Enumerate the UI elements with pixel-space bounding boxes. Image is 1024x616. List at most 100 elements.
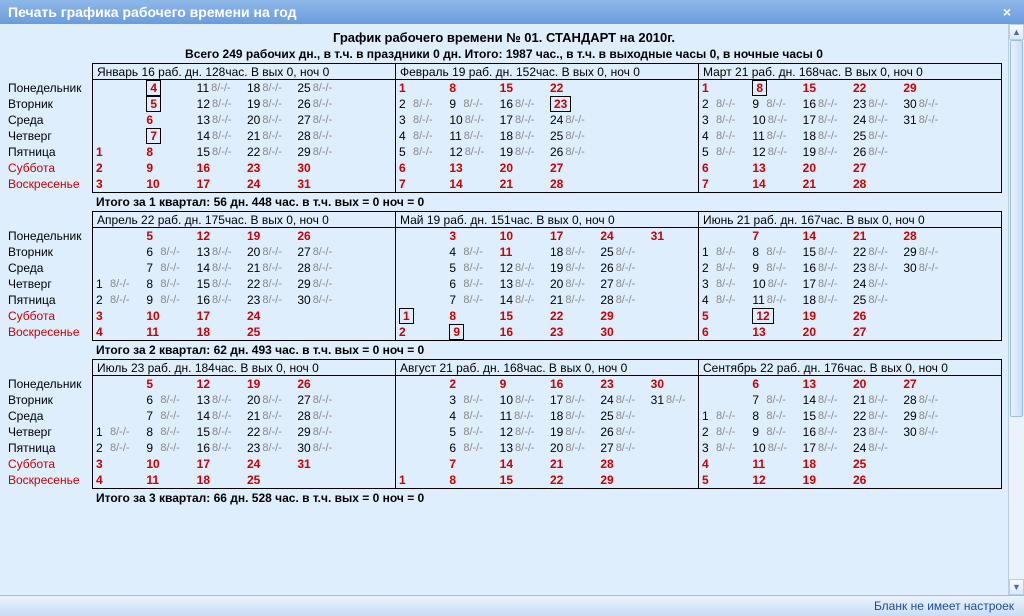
day-cell [345,176,395,192]
day-cell: 158/-/- [800,408,850,424]
day-cell: 258/-/- [850,128,900,144]
day-cell: 28 [597,456,647,472]
hours-label: 8/-/- [868,426,888,438]
day-cell [345,408,395,424]
day-cell: 308/-/- [294,292,344,308]
day-cell: 38/-/- [396,112,446,128]
hours-label: 8/-/- [262,82,282,94]
hours-label: 8/-/- [766,246,786,258]
day-number: 14 [500,457,513,471]
report-content: График рабочего времени № 01. СТАНДАРТ н… [0,24,1008,595]
day-number: 12 [197,229,210,243]
day-number: 7 [399,177,411,191]
day-number: 3 [449,393,461,407]
day-number: 22 [853,81,866,95]
day-cell: 88/-/- [143,276,193,292]
day-cell: 168/-/- [194,292,244,308]
day-number: 1 [96,145,108,159]
scroll-thumb[interactable] [1010,40,1023,417]
day-cell [93,260,143,276]
day-cell: 58/-/- [396,144,446,160]
vertical-scrollbar[interactable]: ▲ ▼ [1008,24,1024,595]
day-number: 28 [297,409,310,423]
month-header: Январь 16 раб. дн. 128час. В вых 0, ноч … [93,64,395,80]
day-cell [699,376,749,392]
day-cell: 2 [396,324,446,340]
hours-label: 8/-/- [868,262,888,274]
hours-label: 8/-/- [919,394,939,406]
day-number: 10 [752,113,765,127]
day-number: 13 [752,161,765,175]
day-number: 2 [96,441,108,455]
day-number: 13 [449,161,462,175]
day-cell: 3 [93,308,143,324]
day-cell: 268/-/- [294,96,344,112]
day-number: 30 [903,97,916,111]
day-cell: 17 [194,176,244,192]
day-number: 7 [752,393,764,407]
dow-label: Суббота [6,308,92,324]
day-cell: 78/-/- [143,408,193,424]
hours-label: 8/-/- [716,278,736,290]
day-cell: 188/-/- [547,244,597,260]
hours-label: 8/-/- [212,394,232,406]
hours-label: 8/-/- [868,442,888,454]
hours-label: 8/-/- [868,130,888,142]
day-number: 22 [550,81,563,95]
day-cell: 14 [749,176,799,192]
day-cell: 18 [800,456,850,472]
hours-label: 8/-/- [818,426,838,438]
day-cell: 24 [244,176,294,192]
day-number: 21 [247,261,260,275]
day-number: 7 [146,128,161,144]
day-cell: 16 [547,376,597,392]
day-number: 24 [853,277,866,291]
dow-label: Воскресенье [6,324,92,340]
day-number: 28 [297,261,310,275]
day-cell [648,244,698,260]
day-number: 30 [600,325,613,339]
day-cell [951,408,1001,424]
hours-label: 8/-/- [515,262,535,274]
day-number: 29 [297,277,310,291]
hours-label: 8/-/- [919,262,939,274]
close-icon[interactable]: × [998,4,1016,20]
hours-label: 8/-/- [413,130,433,142]
day-number: 28 [297,129,310,143]
day-number: 4 [702,457,714,471]
scroll-track[interactable] [1009,40,1024,579]
day-cell [900,308,950,324]
day-number: 3 [702,441,714,455]
scroll-down-icon[interactable]: ▼ [1009,579,1024,595]
day-cell: 27 [850,160,900,176]
day-cell: 168/-/- [800,424,850,440]
day-cell: 138/-/- [497,276,547,292]
day-cell: 3 [93,456,143,472]
day-cell: 28/-/- [93,440,143,456]
hours-label: 8/-/- [160,262,180,274]
day-cell: 17 [194,456,244,472]
hours-label: 8/-/- [716,130,736,142]
day-number: 10 [146,457,159,471]
day-cell [597,160,647,176]
day-number: 8 [449,473,461,487]
day-cell: 138/-/- [194,112,244,128]
day-number: 19 [247,229,260,243]
day-cell: 22 [547,80,597,96]
hours-label: 8/-/- [616,278,636,290]
day-number: 31 [651,229,664,243]
hours-label: 8/-/- [514,410,534,422]
hours-label: 8/-/- [160,410,180,422]
day-number: 12 [752,308,773,324]
scroll-up-icon[interactable]: ▲ [1009,24,1024,40]
day-cell: 278/-/- [597,276,647,292]
day-number: 20 [247,245,260,259]
day-number: 14 [197,129,210,143]
day-number: 27 [853,325,866,339]
day-cell: 258/-/- [294,80,344,96]
day-cell: 108/-/- [446,112,496,128]
month-header: Апрель 22 раб. дн. 175час. В вых 0, ноч … [93,212,395,228]
day-cell [951,472,1001,488]
viewport: График рабочего времени № 01. СТАНДАРТ н… [0,24,1024,595]
day-number: 6 [752,377,764,391]
